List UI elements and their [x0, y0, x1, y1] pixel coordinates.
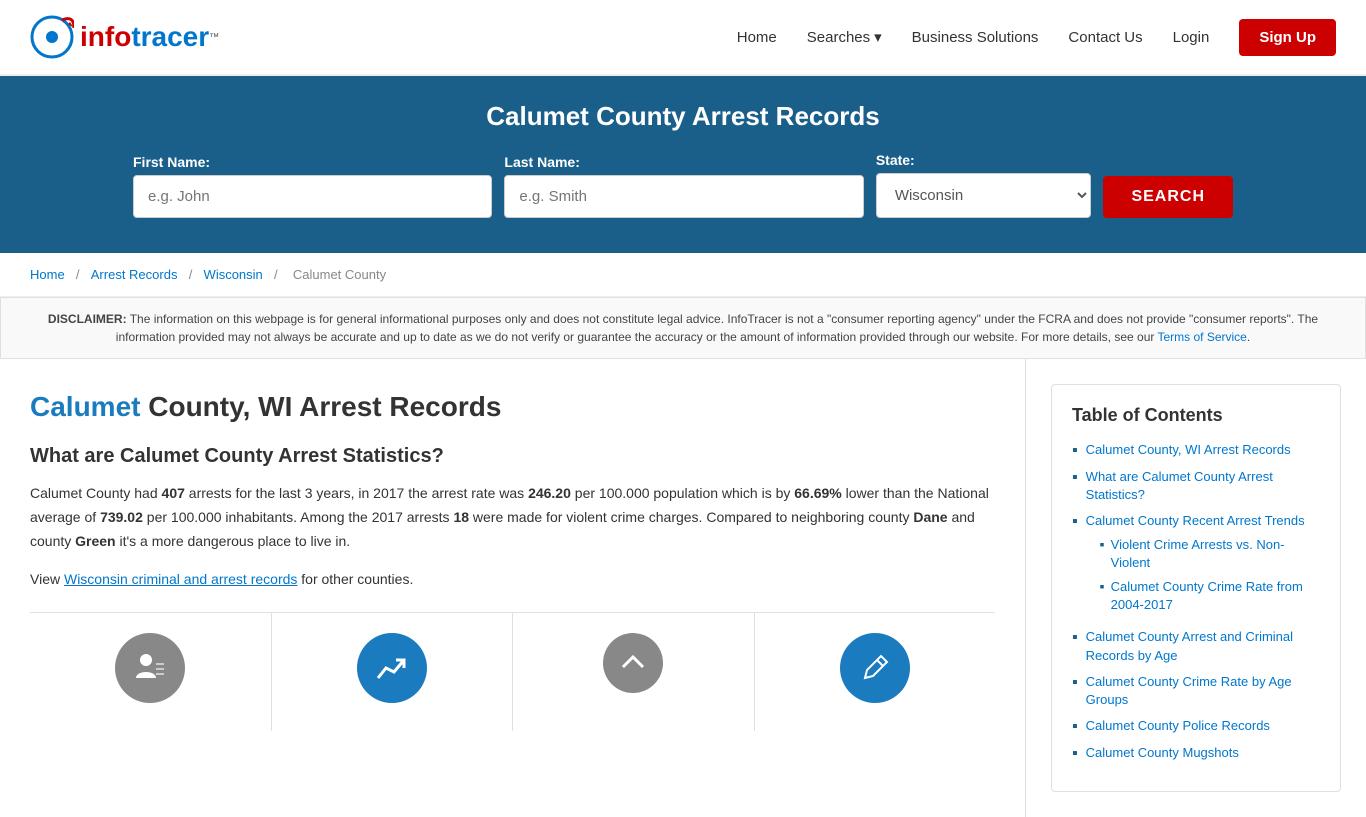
terms-of-service-link[interactable]: Terms of Service	[1158, 330, 1247, 344]
logo-info-text: info	[80, 21, 131, 53]
arrests-count: 407	[162, 485, 185, 501]
trend-icon	[357, 633, 427, 703]
toc-sublink-3-2[interactable]: Calumet County Crime Rate from 2004-2017	[1111, 578, 1320, 614]
breadcrumb: Home / Arrest Records / Wisconsin / Calu…	[0, 253, 1366, 297]
logo-tracer-text: tracer	[131, 21, 209, 53]
toc-sublink-3-1[interactable]: Violent Crime Arrests vs. Non-Violent	[1111, 536, 1320, 572]
edit-icon	[840, 633, 910, 703]
toc-item-6: Calumet County Police Records	[1072, 717, 1320, 736]
breadcrumb-arrest-records[interactable]: Arrest Records	[91, 267, 178, 282]
toc-list: Calumet County, WI Arrest Records What a…	[1072, 441, 1320, 763]
icon-cell-2	[272, 613, 514, 731]
arrest-rate: 246.20	[528, 485, 571, 501]
last-name-group: Last Name:	[504, 154, 863, 218]
hero-section: Calumet County Arrest Records First Name…	[0, 76, 1366, 253]
main-nav: Home Searches ▾ Business Solutions Conta…	[737, 19, 1336, 56]
main-content: Calumet County, WI Arrest Records What a…	[0, 359, 1366, 817]
section1-title: What are Calumet County Arrest Statistic…	[30, 445, 995, 468]
toc-link-6[interactable]: Calumet County Police Records	[1086, 717, 1270, 735]
state-select[interactable]: Wisconsin Alabama Alaska Arizona Califor…	[876, 173, 1092, 218]
last-name-label: Last Name:	[504, 154, 863, 170]
county-green: Green	[75, 533, 115, 549]
logo[interactable]: infotracer™	[30, 10, 219, 64]
nav-searches[interactable]: Searches ▾	[807, 28, 882, 46]
nav-business-solutions[interactable]: Business Solutions	[912, 29, 1039, 46]
state-label: State:	[876, 152, 1092, 168]
county-dane: Dane	[913, 509, 947, 525]
toc-item-1: Calumet County, WI Arrest Records	[1072, 441, 1320, 460]
nav-contact-us[interactable]: Contact Us	[1068, 29, 1142, 46]
logo-tm: ™	[209, 32, 219, 43]
toc-link-1[interactable]: Calumet County, WI Arrest Records	[1086, 441, 1291, 459]
breadcrumb-sep3: /	[270, 267, 284, 282]
first-name-label: First Name:	[133, 154, 492, 170]
breadcrumb-sep1: /	[72, 267, 86, 282]
nav-login-button[interactable]: Login	[1173, 29, 1210, 46]
toc-link-7[interactable]: Calumet County Mugshots	[1086, 744, 1239, 762]
article-title: Calumet County, WI Arrest Records	[30, 389, 995, 425]
search-button[interactable]: SEARCH	[1103, 176, 1233, 218]
nav-home[interactable]: Home	[737, 29, 777, 46]
toc-box: Table of Contents Calumet County, WI Arr…	[1051, 384, 1341, 792]
scroll-up-button[interactable]	[603, 633, 663, 693]
toc-item-4: Calumet County Arrest and Criminal Recor…	[1072, 628, 1320, 664]
breadcrumb-sep2: /	[185, 267, 199, 282]
article-view-link-paragraph: View Wisconsin criminal and arrest recor…	[30, 568, 995, 592]
national-average: 739.02	[100, 509, 143, 525]
article-section: Calumet County, WI Arrest Records What a…	[0, 359, 1026, 817]
state-group: State: Wisconsin Alabama Alaska Arizona …	[876, 152, 1092, 218]
table-of-contents-section: Table of Contents Calumet County, WI Arr…	[1026, 359, 1366, 817]
toc-link-3[interactable]: Calumet County Recent Arrest Trends	[1086, 513, 1305, 528]
icon-cell-3	[513, 613, 755, 731]
breadcrumb-home[interactable]: Home	[30, 267, 65, 282]
disclaimer-suffix: .	[1247, 330, 1250, 344]
first-name-input[interactable]	[133, 175, 492, 218]
toc-link-2[interactable]: What are Calumet County Arrest Statistic…	[1086, 468, 1320, 504]
toc-item-5: Calumet County Crime Rate by Age Groups	[1072, 673, 1320, 709]
article-title-highlight: Calumet	[30, 391, 140, 422]
hero-title: Calumet County Arrest Records	[30, 101, 1336, 132]
search-form: First Name: Last Name: State: Wisconsin …	[133, 152, 1233, 218]
toc-subitem-3-1: Violent Crime Arrests vs. Non-Violent	[1100, 536, 1320, 572]
toc-link-4[interactable]: Calumet County Arrest and Criminal Recor…	[1086, 628, 1320, 664]
toc-item-3: Calumet County Recent Arrest Trends Viol…	[1072, 512, 1320, 620]
toc-title: Table of Contents	[1072, 405, 1320, 426]
chevron-down-icon: ▾	[874, 28, 882, 46]
icon-cell-4	[755, 613, 996, 731]
nav-signup-button[interactable]: Sign Up	[1239, 19, 1336, 56]
last-name-input[interactable]	[504, 175, 863, 218]
breadcrumb-wisconsin[interactable]: Wisconsin	[204, 267, 263, 282]
toc-sublist-3: Violent Crime Arrests vs. Non-Violent Ca…	[1086, 536, 1320, 615]
disclaimer-box: DISCLAIMER: The information on this webp…	[0, 297, 1366, 359]
violent-arrests: 18	[453, 509, 469, 525]
toc-item-7: Calumet County Mugshots	[1072, 744, 1320, 763]
article-title-rest: County, WI Arrest Records	[140, 391, 501, 422]
article-paragraph1: Calumet County had 407 arrests for the l…	[30, 482, 995, 553]
toc-link-5[interactable]: Calumet County Crime Rate by Age Groups	[1086, 673, 1320, 709]
site-header: infotracer™ Home Searches ▾ Business Sol…	[0, 0, 1366, 76]
first-name-group: First Name:	[133, 154, 492, 218]
toc-subitem-3-2: Calumet County Crime Rate from 2004-2017	[1100, 578, 1320, 614]
toc-item-2: What are Calumet County Arrest Statistic…	[1072, 468, 1320, 504]
disclaimer-label: DISCLAIMER:	[48, 312, 127, 326]
arrest-stats-icon	[115, 633, 185, 703]
disclaimer-text: The information on this webpage is for g…	[116, 312, 1318, 344]
icon-row	[30, 612, 995, 731]
breadcrumb-calumet-county: Calumet County	[293, 267, 386, 282]
wisconsin-records-link[interactable]: Wisconsin criminal and arrest records	[64, 571, 297, 587]
icon-cell-1	[30, 613, 272, 731]
arrest-percent: 66.69%	[794, 485, 841, 501]
